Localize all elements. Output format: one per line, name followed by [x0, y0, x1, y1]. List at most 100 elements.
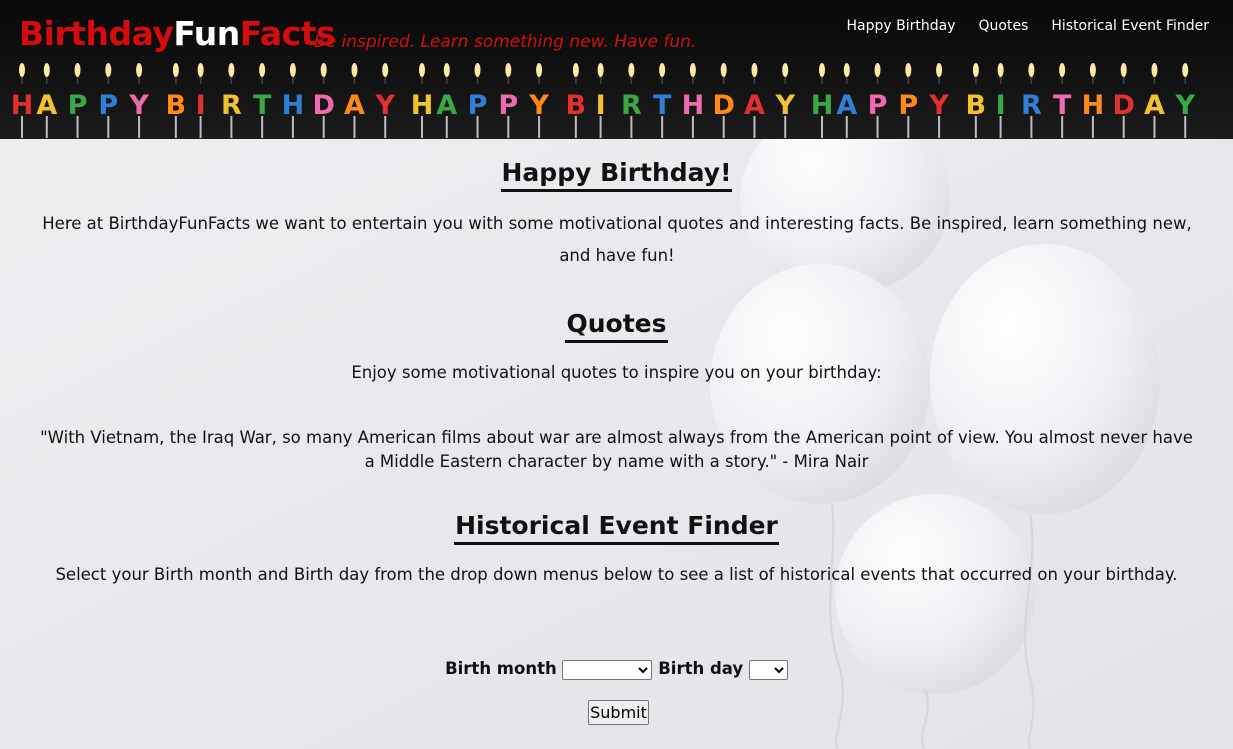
candle: R — [1021, 63, 1042, 138]
candle-flame — [536, 63, 543, 77]
candle: T — [653, 63, 672, 138]
candle-flame — [289, 63, 296, 77]
candle-flame — [720, 63, 727, 77]
logo-part-fun: Fun — [173, 14, 240, 53]
candle: B — [166, 63, 186, 138]
candle-flame — [819, 63, 825, 77]
candle-flame — [1120, 63, 1127, 77]
submit-button[interactable]: Submit — [588, 700, 649, 725]
candle-flame — [659, 63, 666, 77]
candle: I — [996, 63, 1006, 138]
candle-flame — [351, 63, 358, 77]
birthday-form: Birth month Birth day — [0, 659, 1233, 680]
candle-flame — [419, 63, 425, 77]
birth-day-label: Birth day — [658, 659, 744, 678]
birth-month-select[interactable] — [562, 659, 653, 680]
site-tagline: Be inspired. Learn something new. Have f… — [314, 32, 697, 52]
candle: P — [898, 63, 918, 138]
site-logo[interactable]: BirthdayFunFacts — [19, 14, 336, 53]
candle: H — [811, 63, 833, 138]
candle: B — [966, 63, 986, 138]
candle: H — [682, 63, 704, 138]
candle: H — [1082, 63, 1104, 138]
candle: D — [1112, 63, 1135, 138]
candle: R — [221, 63, 242, 138]
candle: H — [411, 63, 433, 138]
candle-flame — [19, 63, 25, 77]
candle-flame — [1028, 63, 1035, 77]
historical-event-finder-heading: Historical Event Finder — [0, 510, 1233, 545]
candle-flame — [136, 63, 143, 77]
candle-flame — [172, 63, 179, 77]
candle-flame — [972, 63, 979, 77]
candle: P — [498, 63, 518, 138]
birth-day-select[interactable] — [748, 659, 788, 680]
candle-flame — [572, 63, 579, 77]
candle: T — [253, 63, 272, 138]
candle: I — [596, 63, 606, 138]
candle: P — [468, 63, 487, 138]
candle: P — [68, 63, 87, 138]
site-header: BirthdayFunFacts Be inspired. Learn some… — [0, 0, 1233, 139]
candle-flame — [74, 63, 81, 77]
main-nav: Happy Birthday Quotes Historical Event F… — [847, 18, 1209, 34]
candle: A — [836, 63, 857, 138]
candle: A — [36, 63, 57, 138]
candle: Y — [1174, 63, 1195, 138]
candle: D — [712, 63, 735, 138]
nav-link-historical-event-finder[interactable]: Historical Event Finder — [1051, 18, 1209, 34]
candle: H — [282, 63, 304, 138]
candle: P — [98, 63, 118, 138]
candle-flame — [597, 63, 604, 77]
candle: Y — [374, 63, 395, 138]
event-finder-instructions: Select your Birth month and Birth day fr… — [55, 565, 1178, 584]
candle-flame — [1182, 63, 1189, 77]
candle-flame — [843, 63, 850, 77]
candle-flame — [751, 63, 758, 77]
candle-flame — [320, 63, 327, 77]
candle-flame — [689, 63, 696, 77]
candle-flame — [259, 63, 266, 77]
candle: T — [1053, 63, 1072, 138]
candle: A — [1144, 63, 1165, 138]
candle-flame — [105, 63, 112, 77]
candle-flame — [782, 63, 789, 77]
candle-flame — [228, 63, 235, 77]
candle: I — [196, 63, 206, 138]
candle: A — [436, 63, 457, 138]
candle-flame — [628, 63, 635, 77]
happy-birthday-heading: Happy Birthday! — [0, 157, 1233, 192]
candle-flame — [1089, 63, 1096, 77]
candle: A — [744, 63, 765, 138]
candle: B — [566, 63, 586, 138]
candle-flame — [474, 63, 481, 77]
candle: H — [11, 63, 33, 138]
candle: Y — [528, 63, 549, 138]
candle: Y — [128, 63, 149, 138]
nav-link-quotes[interactable]: Quotes — [979, 18, 1029, 34]
candle-flame — [874, 63, 881, 77]
candle-flame — [997, 63, 1004, 77]
birthday-candles-banner: HAPPYBIRTHDAYHAPPYBIRTHDAYHAPPYBIRTHDAY — [11, 63, 1195, 138]
nav-link-happy-birthday[interactable]: Happy Birthday — [847, 18, 956, 34]
candle-flame — [505, 63, 512, 77]
quotes-intro: Enjoy some motivational quotes to inspir… — [351, 363, 882, 382]
candle: D — [312, 63, 335, 138]
candle-flame — [1059, 63, 1066, 77]
candle-flame — [1151, 63, 1158, 77]
candle-flame — [197, 63, 204, 77]
intro-paragraph: Here at BirthdayFunFacts we want to ente… — [42, 214, 1192, 265]
birth-month-label: Birth month — [445, 659, 557, 678]
candle-flame — [936, 63, 943, 77]
candle-flame — [43, 63, 50, 77]
candle: Y — [774, 63, 795, 138]
candle-flame — [382, 63, 389, 77]
candle: R — [621, 63, 642, 138]
candle: P — [868, 63, 887, 138]
logo-part-birthday: Birthday — [19, 14, 174, 53]
quote-text: "With Vietnam, the Iraq War, so many Ame… — [40, 428, 1193, 471]
candle: Y — [928, 63, 949, 138]
candle-flame — [905, 63, 912, 77]
candle: A — [344, 63, 365, 138]
candle-flame — [443, 63, 450, 77]
